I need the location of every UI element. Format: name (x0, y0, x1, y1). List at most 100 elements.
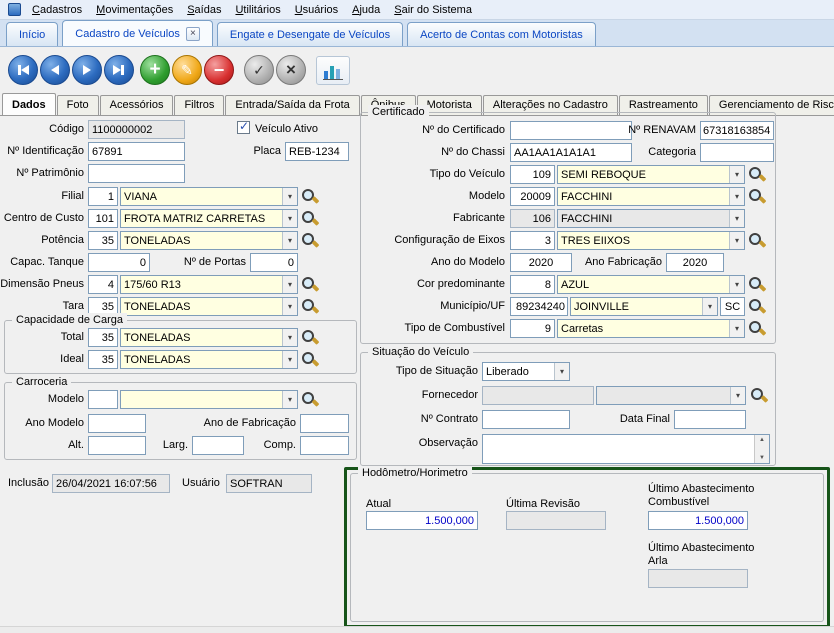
tipo-veiculo-combo[interactable] (557, 165, 745, 184)
tipo-situacao-combo[interactable] (482, 362, 570, 381)
ideal-combo[interactable] (120, 350, 298, 369)
cancel-button[interactable] (276, 55, 306, 85)
fornecedor-search-icon[interactable] (750, 387, 767, 404)
ano-modelo-input[interactable] (88, 414, 146, 433)
form-tab-acessorios[interactable]: Acessórios (100, 95, 174, 115)
patrimonio-input[interactable] (88, 164, 185, 183)
last-record-button[interactable] (104, 55, 134, 85)
carroceria-modelo-combo-input[interactable] (121, 391, 282, 408)
delete-record-button[interactable] (204, 55, 234, 85)
chevron-down-icon[interactable] (282, 351, 297, 368)
ideal-code-input[interactable] (88, 350, 118, 369)
total-combo[interactable] (120, 328, 298, 347)
tipo-veiculo-search-icon[interactable] (748, 166, 765, 183)
combustivel-combo-input[interactable] (558, 320, 729, 337)
veiculo-ativo-checkbox[interactable] (237, 121, 250, 134)
observacao-input[interactable] (482, 434, 770, 464)
cor-combo-input[interactable] (558, 276, 729, 293)
filial-combo[interactable] (120, 187, 298, 206)
chevron-down-icon[interactable] (282, 298, 297, 315)
chevron-down-icon[interactable] (554, 363, 569, 380)
horizontal-scrollbar[interactable] (0, 626, 834, 633)
menu-sair-do-sistema[interactable]: Sair do Sistema (387, 2, 479, 18)
tipo-veiculo-combo-input[interactable] (558, 166, 729, 183)
chevron-down-icon[interactable] (282, 210, 297, 227)
ano-do-modelo-input[interactable] (510, 253, 572, 272)
menu-cadastros[interactable]: Cadastros (25, 2, 89, 18)
potencia-combo-input[interactable] (121, 232, 282, 249)
centro-custo-code-input[interactable] (88, 209, 118, 228)
modelo-search-icon[interactable] (748, 188, 765, 205)
dimensao-pneus-search-icon[interactable] (301, 276, 318, 293)
confirm-button[interactable] (244, 55, 274, 85)
potencia-search-icon[interactable] (301, 232, 318, 249)
ideal-combo-input[interactable] (121, 351, 282, 368)
chart-button[interactable] (316, 56, 350, 85)
centro-custo-search-icon[interactable] (301, 210, 318, 227)
menu-usuarios[interactable]: Usuários (288, 2, 345, 18)
municipio-combo-input[interactable] (571, 298, 702, 315)
municipio-combo[interactable] (570, 297, 718, 316)
placa-input[interactable] (285, 142, 349, 161)
cor-combo[interactable] (557, 275, 745, 294)
combustivel-search-icon[interactable] (748, 320, 765, 337)
comp-input[interactable] (300, 436, 349, 455)
tipo-veiculo-code-input[interactable] (510, 165, 555, 184)
scrollbar[interactable] (754, 435, 769, 463)
tab-inicio[interactable]: Início (6, 22, 58, 46)
modelo-combo[interactable] (557, 187, 745, 206)
dimensao-pneus-combo[interactable] (120, 275, 298, 294)
ano-fabricacao-cert-input[interactable] (666, 253, 724, 272)
total-code-input[interactable] (88, 328, 118, 347)
tara-combo[interactable] (120, 297, 298, 316)
tab-cadastro-de-veiculos[interactable]: Cadastro de Veículos (62, 20, 213, 46)
chevron-down-icon[interactable] (729, 166, 744, 183)
chevron-down-icon[interactable] (282, 276, 297, 293)
carroceria-modelo-search-icon[interactable] (301, 391, 318, 408)
config-eixos-search-icon[interactable] (748, 232, 765, 249)
chevron-down-icon[interactable] (282, 391, 297, 408)
abastecimento-combustivel-input[interactable] (648, 511, 748, 530)
dimensao-pneus-combo-input[interactable] (121, 276, 282, 293)
combustivel-combo[interactable] (557, 319, 745, 338)
chevron-down-icon[interactable] (729, 320, 744, 337)
renavam-input[interactable] (700, 121, 774, 140)
close-icon[interactable] (186, 27, 200, 41)
first-record-button[interactable] (8, 55, 38, 85)
chevron-down-icon[interactable] (282, 329, 297, 346)
data-final-input[interactable] (674, 410, 746, 429)
dimensao-pneus-code-input[interactable] (88, 275, 118, 294)
ideal-search-icon[interactable] (301, 351, 318, 368)
edit-record-button[interactable] (172, 55, 202, 85)
filial-combo-input[interactable] (121, 188, 282, 205)
alt-input[interactable] (88, 436, 146, 455)
carroceria-modelo-code-input[interactable] (88, 390, 118, 409)
filial-code-input[interactable] (88, 187, 118, 206)
chevron-down-icon[interactable] (282, 232, 297, 249)
filial-search-icon[interactable] (301, 188, 318, 205)
chassi-input[interactable] (510, 143, 632, 162)
config-eixos-code-input[interactable] (510, 231, 555, 250)
tab-engate-e-desengate[interactable]: Engate e Desengate de Veículos (217, 22, 403, 46)
previous-record-button[interactable] (40, 55, 70, 85)
config-eixos-combo-input[interactable] (558, 232, 729, 249)
total-search-icon[interactable] (301, 329, 318, 346)
menu-saidas[interactable]: Saídas (180, 2, 228, 18)
tipo-situacao-combo-input[interactable] (483, 363, 554, 380)
menu-ajuda[interactable]: Ajuda (345, 2, 387, 18)
municipio-code-input[interactable] (510, 297, 568, 316)
categoria-input[interactable] (700, 143, 774, 162)
chevron-down-icon[interactable] (729, 232, 744, 249)
menu-utilitarios[interactable]: Utilitários (228, 2, 287, 18)
form-tab-foto[interactable]: Foto (57, 95, 99, 115)
chevron-down-icon[interactable] (282, 188, 297, 205)
carroceria-modelo-combo[interactable] (120, 390, 298, 409)
total-combo-input[interactable] (121, 329, 282, 346)
centro-custo-combo-input[interactable] (121, 210, 282, 227)
tara-combo-input[interactable] (121, 298, 282, 315)
contrato-input[interactable] (482, 410, 570, 429)
cor-code-input[interactable] (510, 275, 555, 294)
combustivel-code-input[interactable] (510, 319, 555, 338)
tab-acerto-de-contas[interactable]: Acerto de Contas com Motoristas (407, 22, 596, 46)
modelo-code-input[interactable] (510, 187, 555, 206)
